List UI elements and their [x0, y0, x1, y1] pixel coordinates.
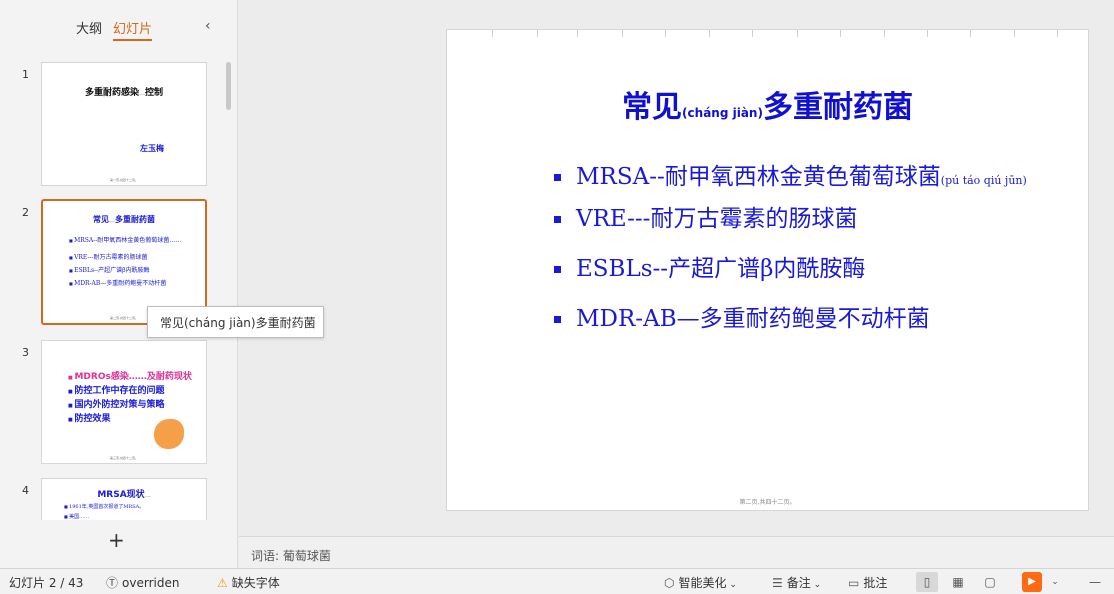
normal-view-button[interactable]: ▯ — [916, 572, 938, 592]
slide-bullet-list[interactable]: MRSA--耐甲氧西林金黄色葡萄球菌(pú táo qiú jūn) VRE--… — [554, 160, 1054, 352]
notes-icon: ☰ — [772, 576, 783, 590]
thumbnail-bullet: 1961年,英国首次报道了MRSA。 — [64, 503, 144, 510]
missing-font-status[interactable]: ⚠ 缺失字体 — [217, 574, 280, 591]
thumbnail-list: 1 多重耐药感染……控制 左玉梅 第一页,共四十二页。 2 常见……多重耐药菌 … — [0, 60, 238, 520]
tab-outline[interactable]: 大纲 — [76, 18, 102, 37]
slide-sorter-button[interactable]: ▦ — [947, 572, 969, 592]
thumbnail-bullet: MDR-AB—多重耐药鲍曼不动杆菌 — [69, 278, 166, 287]
thumbnail-tooltip: 常见(cháng jiàn)多重耐药菌 — [147, 306, 324, 338]
thumbnail-author: 左玉梅 — [140, 144, 164, 153]
add-slide-button[interactable]: + — [108, 528, 125, 552]
thumbnail-bullet: 国内外防控对策与策略 — [68, 397, 164, 410]
play-options-chevron-icon[interactable]: ⌄ — [1044, 572, 1066, 592]
slide-ruler-ticks — [447, 30, 1088, 40]
smart-beautify-button[interactable]: ⬡ 智能美化 ⌄ — [664, 574, 737, 591]
thumbnail-bullet: 防控工作中存在的问题 — [68, 383, 164, 396]
slide-thumbnail-panel: 大纲 幻灯片 ‹ 1 多重耐药感染……控制 左玉梅 第一页,共四十二页。 2 常… — [0, 0, 238, 568]
thumbnail-slide-1[interactable]: 多重耐药感染……控制 左玉梅 第一页,共四十二页。 — [41, 62, 207, 186]
reading-view-button[interactable]: ▢ — [979, 572, 1001, 592]
zoom-out-button[interactable]: — — [1084, 572, 1106, 592]
beautify-icon: ⬡ — [664, 576, 675, 590]
thumbnail-title: MRSA现状…… — [97, 490, 151, 500]
comment-icon: ▭ — [848, 576, 860, 590]
thumbnail-bullet: MRSA--耐甲氧西林金黄色葡萄球菌…… — [69, 235, 181, 244]
slide-editor-canvas[interactable]: 常见(cháng jiàn)多重耐药菌 MRSA--耐甲氧西林金黄色葡萄球菌(p… — [239, 0, 1114, 536]
thumbnail-number: 4 — [22, 484, 29, 497]
thumbnail-title: 常见……多重耐药菌 — [93, 215, 155, 224]
thumbnail-footer: 第三页,共四十二页。 — [110, 456, 138, 460]
thumbnail-footer: 第一页,共四十二页。 — [110, 178, 138, 182]
decorative-image — [154, 419, 184, 449]
tab-slides[interactable]: 幻灯片 — [113, 18, 153, 41]
slide-counter: 幻灯片 2 / 43 — [9, 576, 84, 590]
notes-button[interactable]: ☰ 备注 ⌄ — [772, 574, 821, 591]
speaker-notes[interactable]: 词语: 葡萄球菌 — [239, 536, 1114, 568]
thumbnail-bullet: 美国…… — [64, 513, 89, 520]
thumbnail-number: 2 — [22, 206, 29, 219]
bullet-esbls[interactable]: ESBLs--产超广谱β内酰胺酶 — [554, 252, 1054, 286]
comments-button[interactable]: ▭ 批注 — [848, 574, 887, 591]
bullet-mdr-ab[interactable]: MDR-AB—多重耐药鲍曼不动杆菌 — [554, 302, 1054, 336]
thumbnail-number: 3 — [22, 346, 29, 359]
thumbnail-title: 多重耐药感染……控制 — [84, 88, 164, 98]
thumbnail-number: 1 — [22, 68, 29, 81]
slide-footer: 第二页,共四十二页。 — [739, 499, 796, 506]
thumbnail-bullet: 防控效果 — [68, 411, 110, 424]
thumbnail-bullet: ESBLs--产超广谱β内酰胺酶 — [69, 265, 150, 274]
thumbnail-bullet: VRE---耐万古霉素的肠球菌 — [69, 252, 147, 261]
thumbnail-slide-4[interactable]: MRSA现状…… 1961年,英国首次报道了MRSA。 美国…… — [41, 478, 207, 520]
thumbnail-slide-3[interactable]: MDROs感染……及耐药现状 防控工作中存在的问题 国内外防控对策与策略 防控效… — [41, 340, 207, 464]
text-override-icon: Ⓣ — [106, 576, 119, 590]
status-bar: 幻灯片 2 / 43 Ⓣoverriden ⚠ 缺失字体 ⬡ 智能美化 ⌄ ☰ 备注 … — [0, 568, 1114, 594]
warning-icon: ⚠ — [217, 576, 228, 590]
panel-tabs: 大纲 幻灯片 ‹ — [0, 18, 238, 42]
collapse-panel-icon[interactable]: ‹ — [205, 18, 211, 34]
bullet-mrsa[interactable]: MRSA--耐甲氧西林金黄色葡萄球菌(pú táo qiú jūn) — [554, 160, 1054, 198]
slide-title[interactable]: 常见(cháng jiàn)多重耐药菌 — [447, 82, 1088, 126]
overridden-status[interactable]: Ⓣoverriden — [106, 574, 179, 591]
bullet-vre[interactable]: VRE---耐万古霉素的肠球菌 — [554, 202, 1054, 236]
play-slideshow-button[interactable]: ▶ — [1022, 572, 1042, 592]
current-slide[interactable]: 常见(cháng jiàn)多重耐药菌 MRSA--耐甲氧西林金黄色葡萄球菌(p… — [446, 29, 1089, 511]
thumbnail-bullet: MDROs感染……及耐药现状 — [68, 369, 191, 382]
